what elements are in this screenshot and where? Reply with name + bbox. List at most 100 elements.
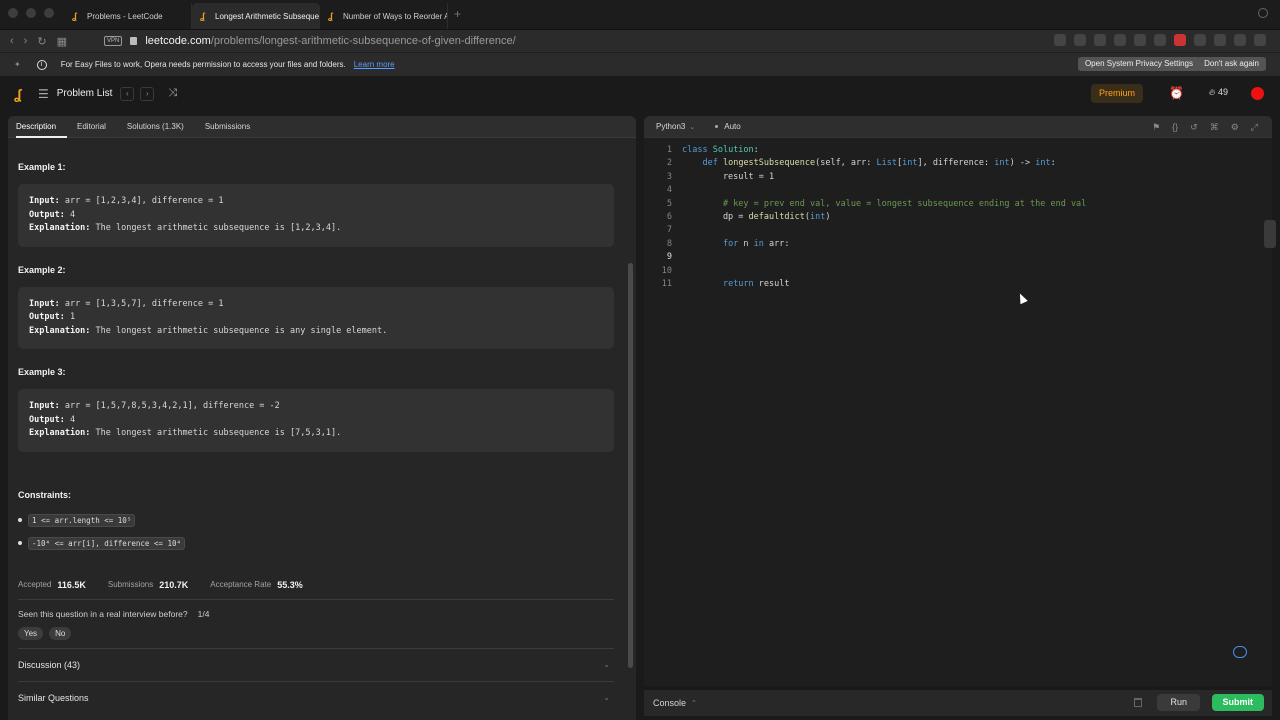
browser-tab-longest-arithmetic[interactable]: ʆ Longest Arithmetic Subsequence — [192, 3, 320, 29]
code-line[interactable]: 4 — [644, 184, 1272, 197]
alarm-clock-icon[interactable]: ⏰ — [1169, 86, 1184, 100]
similar-questions-accordion[interactable]: Similar Questions ⌄ — [18, 680, 614, 714]
code-line[interactable]: 7 — [644, 224, 1272, 237]
trash-icon[interactable] — [1134, 698, 1142, 707]
leetcode-top-nav: ʆ ☰ Problem List ‹ › ⤨ Premium ⏰ 🔥︎ 49 — [0, 77, 1280, 110]
code-line[interactable]: 5 # key = prev end val, value = longest … — [644, 198, 1272, 211]
constraints-section: Constraints: 1 <= arr.length <= 10⁵ -10⁴… — [18, 490, 614, 550]
example-output: 4 — [69, 414, 76, 425]
maximize-window-icon[interactable] — [44, 8, 54, 18]
settings-gear-icon[interactable]: ⚙ — [1231, 122, 1239, 133]
problem-list-icon[interactable]: ☰ — [38, 87, 49, 101]
reload-icon[interactable]: ↻ — [37, 35, 46, 48]
snapshot-icon[interactable] — [1074, 34, 1086, 46]
explanation-label: Explanation: — [29, 325, 91, 336]
vpn-badge[interactable]: VPN — [104, 36, 123, 46]
code-line[interactable]: 3 result = 1 — [644, 171, 1272, 184]
example-explanation: The longest arithmetic subsequence is [1… — [95, 223, 342, 233]
yes-button[interactable]: Yes — [18, 626, 44, 640]
tab-submissions[interactable]: Submissions — [205, 116, 261, 138]
submit-button[interactable]: Submit — [1211, 694, 1264, 711]
bookmark-icon[interactable]: ⚑ — [1152, 122, 1160, 133]
code-line[interactable]: 11 return result — [644, 278, 1272, 291]
description-scrollbar[interactable] — [628, 263, 633, 668]
vpn-globe-icon[interactable] — [1194, 34, 1206, 46]
input-label: Input: — [29, 298, 60, 309]
chevron-up-icon[interactable]: ⌃ — [691, 699, 697, 707]
shield-icon[interactable] — [1094, 34, 1106, 46]
chat-bubble-icon[interactable] — [1233, 646, 1247, 658]
forward-icon[interactable]: › — [24, 35, 28, 48]
code-line[interactable]: 1 class Solution: — [644, 144, 1272, 157]
fullscreen-icon[interactable]: ⤢ — [1251, 122, 1258, 133]
dont-ask-again-button[interactable]: Don't ask again — [1197, 57, 1266, 71]
url-field[interactable]: VPN leetcode.com/problems/longest-arithm… — [104, 32, 516, 50]
browser-tab-problems[interactable]: ʆ Problems - LeetCode — [64, 3, 192, 29]
close-window-icon[interactable] — [8, 8, 18, 18]
bookmark-star-icon[interactable]: ✦ — [14, 60, 21, 69]
tab-solutions[interactable]: Solutions (1.3K) — [127, 116, 195, 138]
code-line[interactable]: 10 — [644, 265, 1272, 278]
editor-side-panel-toggle[interactable] — [1264, 220, 1276, 248]
chevron-down-icon: ⌄ — [603, 693, 610, 702]
tab-editorial[interactable]: Editorial — [77, 116, 117, 138]
send-icon[interactable] — [1114, 34, 1126, 46]
discussion-accordion[interactable]: Discussion (43) ⌄ — [18, 647, 614, 681]
open-privacy-settings-button[interactable]: Open System Privacy Settings — [1077, 57, 1200, 71]
auto-mode-toggle[interactable]: Auto — [724, 122, 740, 131]
code-area[interactable]: 1 class Solution: 2 def longestSubsequence… — [644, 144, 1272, 291]
no-button[interactable]: No — [49, 626, 72, 640]
example-explanation: The longest arithmetic subsequence is an… — [95, 325, 388, 336]
premium-button[interactable]: Premium — [1090, 84, 1143, 103]
reset-icon[interactable]: ↺ — [1190, 122, 1198, 133]
console-toggle[interactable]: Console — [653, 698, 686, 708]
new-tab-icon[interactable]: + — [448, 7, 461, 29]
lock-icon[interactable] — [130, 37, 138, 45]
problem-list-link[interactable]: Problem List — [57, 88, 113, 99]
shortcut-icon[interactable]: ⌘ — [1210, 122, 1219, 133]
recording-icon[interactable] — [1174, 34, 1186, 46]
url-domain: leetcode.com — [145, 35, 211, 47]
download-icon[interactable] — [1214, 34, 1226, 46]
code-line[interactable]: 6 dp = defaultdict(int) — [644, 211, 1272, 224]
code-line[interactable]: 9 — [644, 251, 1272, 264]
tabs-grid-icon[interactable]: ▦ — [57, 35, 67, 48]
tab-description[interactable]: Description — [16, 116, 68, 138]
minimize-window-icon[interactable] — [26, 8, 36, 18]
language-select[interactable]: Python3 ⌄ — [656, 122, 695, 131]
example-title: Example 2: — [18, 264, 66, 275]
line-number: 10 — [661, 265, 672, 276]
streak-counter[interactable]: 🔥︎ 49 — [1209, 87, 1228, 98]
run-button[interactable]: Run — [1157, 694, 1200, 711]
browser-tab-reorder-array[interactable]: ʆ Number of Ways to Reorder Arr — [320, 3, 448, 29]
accepted-value: 116.5K — [57, 579, 86, 590]
profile-icon[interactable] — [1234, 34, 1246, 46]
braces-icon[interactable]: {} — [1172, 122, 1178, 133]
code-text: class Solution: — [682, 145, 759, 155]
prev-problem-button[interactable]: ‹ — [120, 86, 135, 101]
permission-infobar: ✦ i For Easy Files to work, Opera needs … — [0, 52, 1280, 76]
example-input: arr = [1,2,3,4], difference = 1 — [64, 196, 224, 206]
line-number: 2 — [666, 158, 672, 169]
shuffle-icon[interactable]: ⤨ — [168, 87, 177, 100]
constraints-title: Constraints: — [18, 489, 72, 500]
list-icon[interactable] — [1154, 34, 1166, 46]
example-output: 4 — [69, 209, 76, 220]
example-box: Input: arr = [1,2,3,4], difference = 1 O… — [18, 184, 614, 247]
learn-more-link[interactable]: Learn more — [354, 60, 395, 69]
next-problem-button[interactable]: › — [140, 86, 155, 101]
camera-icon[interactable] — [1054, 34, 1066, 46]
leetcode-favicon-icon: ʆ — [328, 10, 333, 21]
code-line[interactable]: 2 def longestSubsequence(self, arr: List… — [644, 157, 1272, 170]
url-text[interactable]: leetcode.com/problems/longest-arithmetic… — [145, 35, 515, 47]
back-icon[interactable]: ‹ — [10, 35, 14, 48]
heart-icon[interactable] — [1134, 34, 1146, 46]
leetcode-logo-icon[interactable]: ʆ — [14, 87, 28, 101]
tab-search-icon[interactable] — [1258, 8, 1268, 18]
streak-count: 49 — [1217, 87, 1228, 97]
avatar[interactable] — [1251, 87, 1264, 100]
menu-icon[interactable] — [1254, 34, 1266, 46]
code-line[interactable]: 8 for n in arr: — [644, 238, 1272, 251]
